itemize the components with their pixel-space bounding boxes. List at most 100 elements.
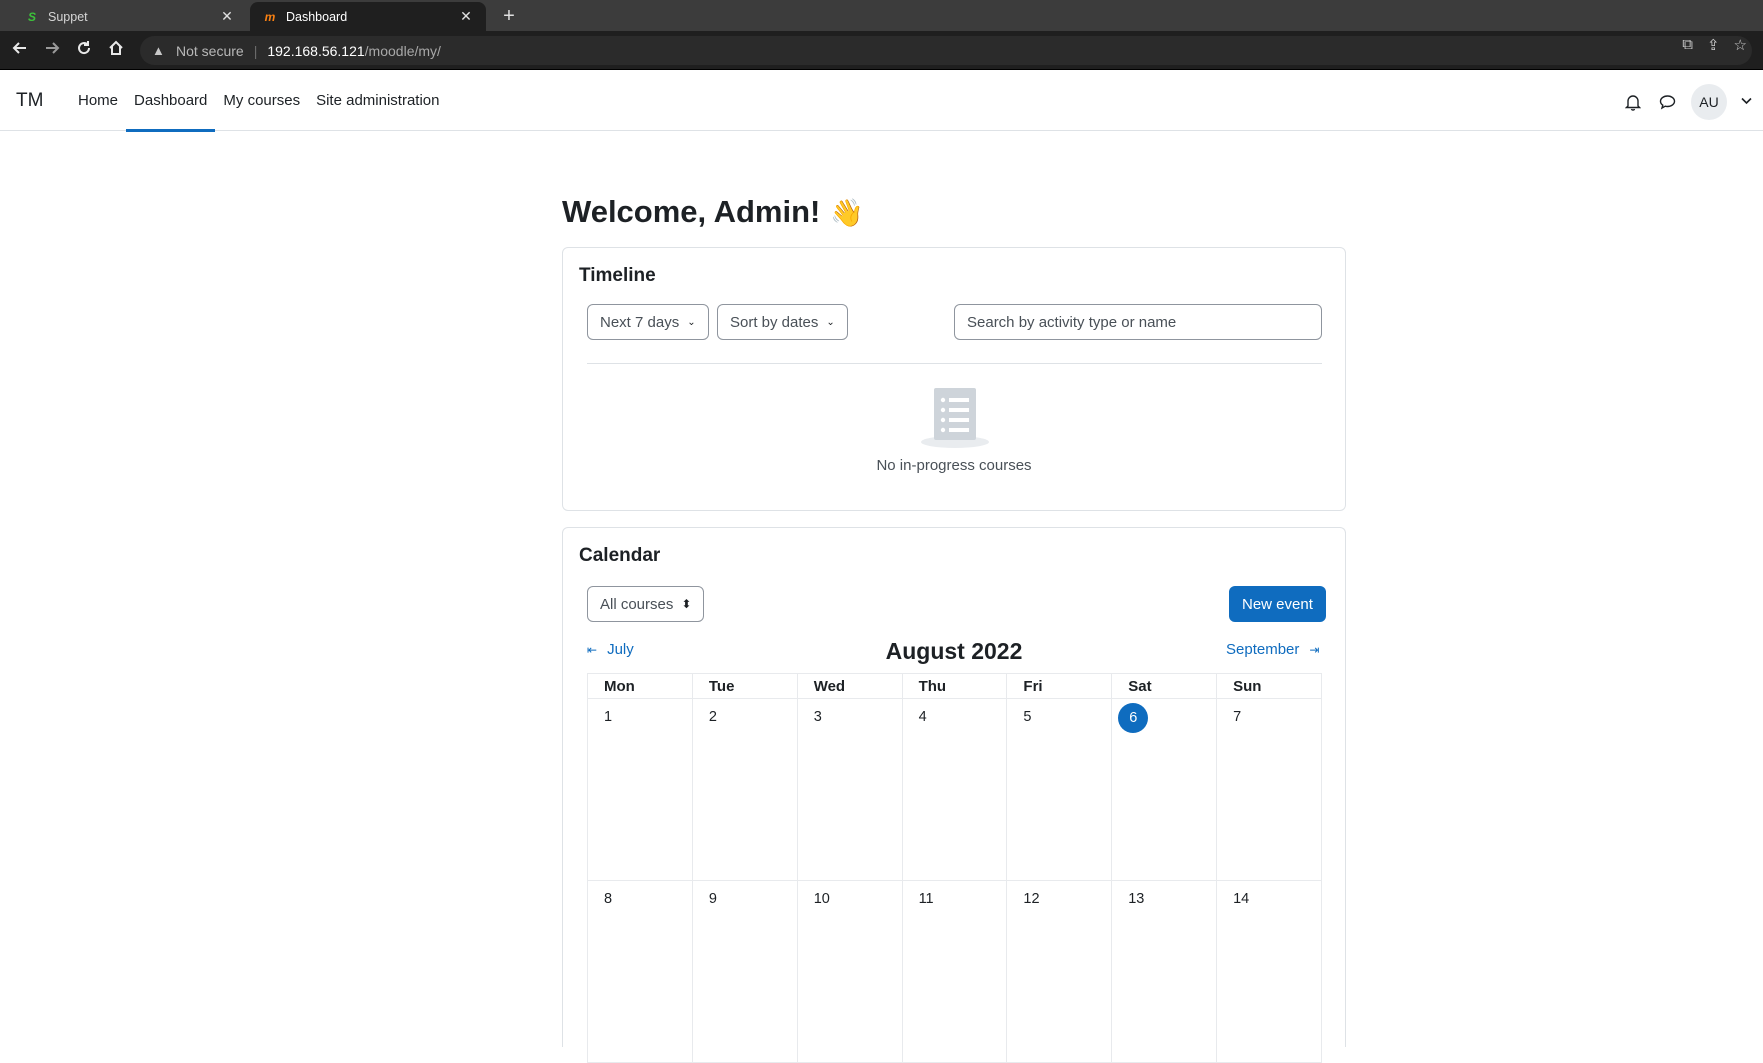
chat-bubble-icon[interactable] bbox=[1657, 92, 1677, 112]
weekday-fri: Fri bbox=[1006, 673, 1113, 699]
tab-title: Dashboard bbox=[286, 9, 348, 24]
day-number: 12 bbox=[1023, 891, 1040, 907]
weekday-thu: Thu bbox=[901, 673, 1008, 699]
calendar-day-cell[interactable]: 10 bbox=[796, 880, 903, 1063]
user-avatar[interactable]: AU bbox=[1691, 84, 1727, 120]
share-icon[interactable]: ⇪ bbox=[1707, 36, 1720, 54]
welcome-heading: Welcome, Admin! bbox=[562, 194, 821, 229]
address-separator: | bbox=[253, 42, 258, 59]
sort-arrows-icon: ⬍ bbox=[681, 597, 692, 611]
course-filter-select[interactable]: All courses ⬍ bbox=[587, 586, 705, 622]
calendar-day-cell[interactable]: 5 bbox=[1006, 698, 1113, 881]
new-tab-icon[interactable]: + bbox=[497, 4, 521, 28]
day-number: 4 bbox=[918, 709, 927, 725]
primary-navigation: Home Dashboard My courses Site administr… bbox=[70, 70, 448, 132]
calendar-week-row: 8 9 10 11 12 13 14 bbox=[587, 880, 1322, 1063]
calendar-grid: Mon Tue Wed Thu Fri Sat Sun 1 2 3 4 5 6 … bbox=[587, 673, 1322, 1063]
calendar-week-row: 1 2 3 4 5 6 7 bbox=[587, 698, 1322, 881]
suppet-favicon-icon: S bbox=[27, 9, 36, 24]
empty-courses-icon bbox=[918, 384, 992, 450]
timeline-filter-dropdown[interactable]: Next 7 days ⌄ bbox=[587, 304, 709, 340]
weekday-tue: Tue bbox=[691, 673, 798, 699]
day-number: 13 bbox=[1128, 891, 1145, 907]
browser-tabstrip: S Suppet ✕ m Dashboard ✕ + bbox=[0, 0, 1763, 31]
weekday-sat: Sat bbox=[1111, 673, 1218, 699]
navbar-user-area: AU bbox=[1623, 84, 1753, 120]
nav-item-dashboard[interactable]: Dashboard bbox=[126, 70, 216, 132]
close-icon[interactable]: ✕ bbox=[458, 8, 474, 25]
day-number: 14 bbox=[1233, 891, 1250, 907]
next-month-label: September bbox=[1226, 641, 1300, 658]
address-bar[interactable]: ▲ Not secure | 192.168.56.121/moodle/my/ bbox=[140, 36, 1752, 65]
moodle-favicon-icon: m bbox=[264, 9, 276, 24]
timeline-block: Timeline Next 7 days ⌄ Sort by dates ⌄ N… bbox=[562, 247, 1346, 511]
calendar-day-cell[interactable]: 2 bbox=[691, 698, 798, 881]
timeline-divider bbox=[587, 363, 1322, 364]
empty-state-message: No in-progress courses bbox=[876, 457, 1032, 474]
course-filter-label: All courses bbox=[600, 595, 674, 613]
browser-tab-dashboard[interactable]: m Dashboard ✕ bbox=[250, 2, 486, 31]
weekday-wed: Wed bbox=[796, 673, 903, 699]
calendar-day-cell[interactable]: 14 bbox=[1216, 880, 1322, 1063]
calendar-day-cell-today[interactable]: 6 bbox=[1111, 698, 1218, 881]
day-number: 3 bbox=[813, 709, 822, 725]
calendar-day-cell[interactable]: 9 bbox=[691, 880, 798, 1063]
waving-hand-icon: 👋 bbox=[830, 198, 864, 228]
day-number: 9 bbox=[708, 891, 717, 907]
chevron-down-icon: ⌄ bbox=[826, 316, 835, 328]
bell-icon[interactable] bbox=[1623, 92, 1643, 112]
calendar-day-cell[interactable]: 4 bbox=[901, 698, 1008, 881]
arrow-right-icon: ⇥ bbox=[1309, 642, 1320, 657]
home-icon[interactable] bbox=[104, 39, 128, 63]
weekday-mon: Mon bbox=[587, 673, 693, 699]
calendar-title: Calendar bbox=[579, 545, 661, 566]
timeline-title: Timeline bbox=[579, 265, 656, 286]
browser-toolbar: ▲ Not secure | 192.168.56.121/moodle/my/… bbox=[0, 31, 1763, 70]
day-number: 2 bbox=[708, 709, 717, 725]
site-brand[interactable]: TM bbox=[16, 90, 43, 112]
nav-item-home[interactable]: Home bbox=[70, 70, 126, 131]
chevron-down-icon[interactable] bbox=[1741, 96, 1753, 108]
calendar-day-cell[interactable]: 7 bbox=[1216, 698, 1322, 881]
calendar-day-cell[interactable]: 3 bbox=[796, 698, 903, 881]
timeline-sort-label: Sort by dates bbox=[730, 313, 819, 331]
back-arrow-icon[interactable] bbox=[8, 39, 32, 63]
reload-icon[interactable] bbox=[72, 39, 96, 63]
new-event-button[interactable]: New event bbox=[1229, 586, 1326, 622]
calendar-day-cell[interactable]: 13 bbox=[1111, 880, 1218, 1063]
next-month-link[interactable]: September ⇥ bbox=[1226, 641, 1319, 658]
translate-icon[interactable]: ⧉ bbox=[1682, 36, 1693, 54]
url-path: /moodle/my/ bbox=[364, 42, 441, 59]
calendar-day-cell[interactable]: 12 bbox=[1006, 880, 1113, 1063]
tab-title: Suppet bbox=[48, 9, 88, 24]
site-navbar: TM Home Dashboard My courses Site admini… bbox=[0, 70, 1763, 132]
chevron-down-icon: ⌄ bbox=[687, 316, 696, 328]
weekday-sun: Sun bbox=[1216, 673, 1322, 699]
nav-item-site-administration[interactable]: Site administration bbox=[308, 70, 447, 131]
weekday-header-row: Mon Tue Wed Thu Fri Sat Sun bbox=[587, 673, 1322, 699]
calendar-day-cell[interactable]: 8 bbox=[587, 880, 693, 1063]
day-number: 7 bbox=[1233, 709, 1242, 725]
nav-item-my-courses[interactable]: My courses bbox=[215, 70, 308, 131]
day-number: 8 bbox=[604, 891, 613, 907]
warning-icon: ▲ bbox=[152, 43, 165, 58]
day-number: 5 bbox=[1023, 709, 1032, 725]
calendar-day-cell[interactable]: 1 bbox=[587, 698, 693, 881]
page-title: Welcome, Admin! 👋 bbox=[562, 194, 864, 230]
calendar-block: Calendar All courses ⬍ New event ⇤ July … bbox=[562, 527, 1346, 1063]
calendar-day-cell[interactable]: 11 bbox=[901, 880, 1008, 1063]
day-number: 10 bbox=[813, 891, 830, 907]
star-icon[interactable]: ☆ bbox=[1734, 36, 1747, 54]
security-label: Not secure bbox=[176, 42, 244, 59]
today-marker: 6 bbox=[1118, 703, 1149, 733]
timeline-sort-dropdown[interactable]: Sort by dates ⌄ bbox=[717, 304, 848, 340]
omnibox-actions: ⧉ ⇪ ☆ bbox=[1682, 36, 1747, 54]
close-icon[interactable]: ✕ bbox=[219, 8, 235, 25]
timeline-filter-label: Next 7 days bbox=[600, 313, 680, 331]
forward-arrow-icon[interactable] bbox=[40, 39, 64, 63]
browser-tab-suppet[interactable]: S Suppet ✕ bbox=[12, 2, 247, 31]
url-host: 192.168.56.121 bbox=[267, 42, 365, 59]
day-number: 11 bbox=[918, 891, 934, 907]
day-number: 1 bbox=[604, 709, 613, 725]
timeline-search-input[interactable] bbox=[954, 304, 1322, 340]
